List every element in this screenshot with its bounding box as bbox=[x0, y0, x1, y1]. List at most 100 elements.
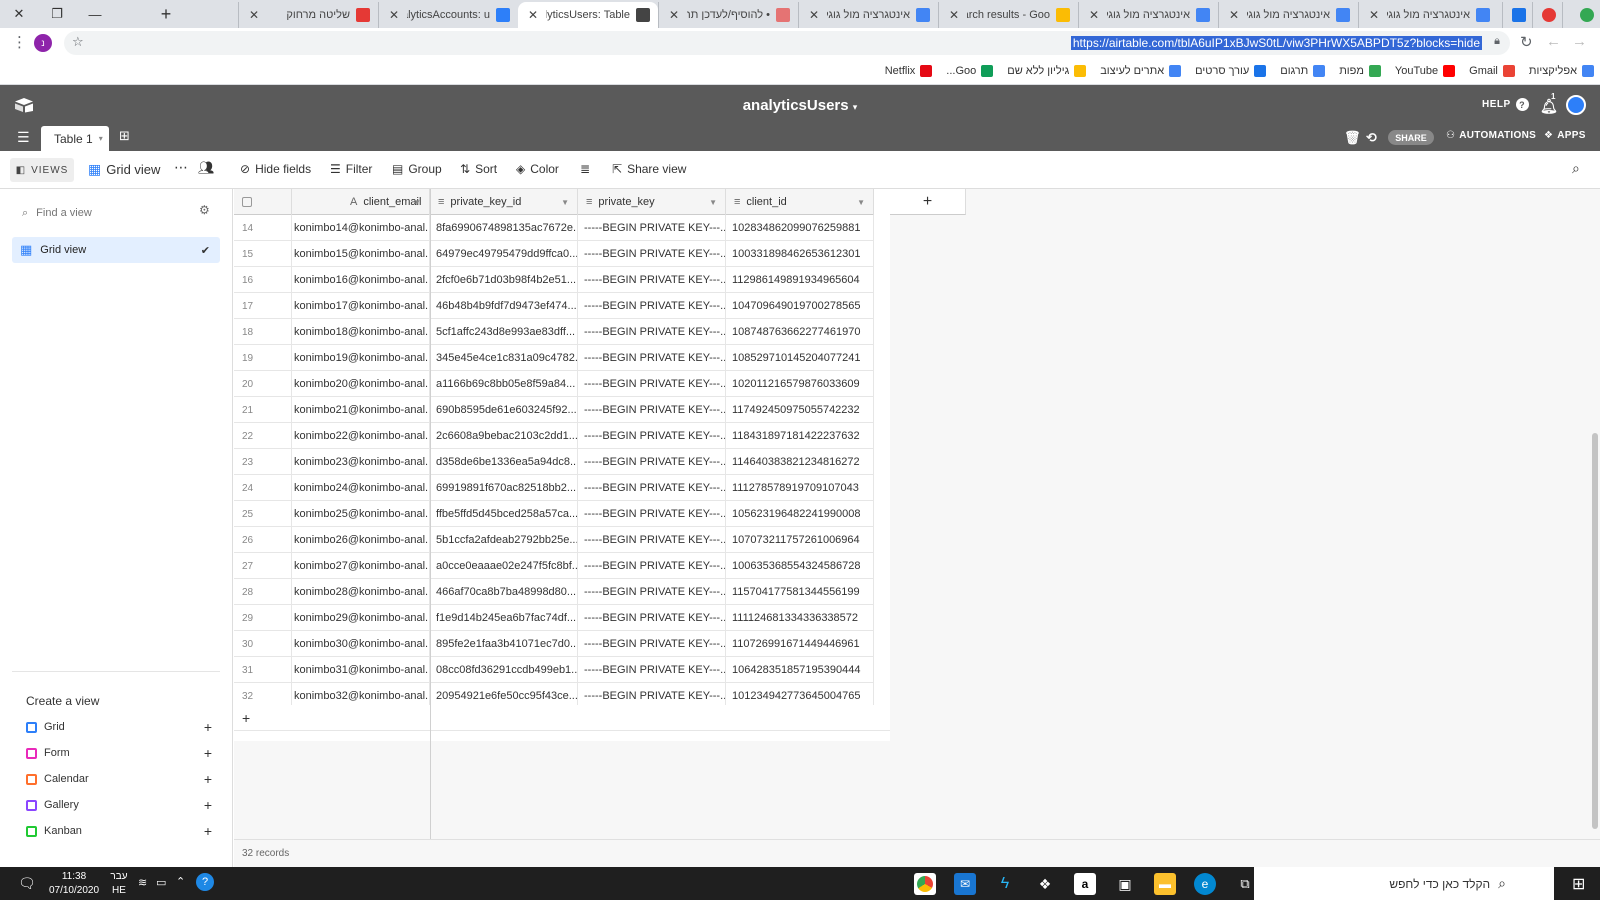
table-cell[interactable]: 115704177581344556199 bbox=[726, 579, 874, 605]
table-cell[interactable]: 690b8595de61e603245f92... bbox=[430, 397, 578, 423]
table-cell[interactable]: konimbo23@konimbo-anal... bbox=[292, 449, 430, 475]
table-cell[interactable]: konimbo22@konimbo-anal... bbox=[292, 423, 430, 449]
table-cell[interactable]: 5b1ccfa2afdeab2792bb25e... bbox=[430, 527, 578, 553]
table-cell[interactable]: konimbo24@konimbo-anal... bbox=[292, 475, 430, 501]
table-cell[interactable]: -----BEGIN PRIVATE KEY---... bbox=[578, 631, 726, 657]
table-cell[interactable]: konimbo19@konimbo-anal... bbox=[292, 345, 430, 371]
system-clock[interactable]: 11:38 07/10/2020 bbox=[48, 870, 100, 898]
select-all-checkbox[interactable] bbox=[234, 189, 292, 215]
table-row[interactable]: 26 konimbo26@konimbo-anal... 5b1ccfa2afdea… bbox=[234, 527, 874, 553]
table-cell[interactable]: -----BEGIN PRIVATE KEY---... bbox=[578, 449, 726, 475]
table-cell[interactable]: konimbo16@konimbo-anal... bbox=[292, 267, 430, 293]
bookmark-item[interactable]: Netflix bbox=[885, 65, 933, 77]
table-row[interactable]: 31 konimbo31@konimbo-anal... 08cc08fd36291… bbox=[234, 657, 874, 683]
share-button[interactable]: SHARE bbox=[1388, 130, 1434, 145]
hamburger-menu-icon[interactable]: ☰ bbox=[17, 129, 30, 146]
column-header-client_id[interactable]: ≡ client_id ▼ bbox=[726, 189, 874, 215]
column-header-private_key[interactable]: ≡ private_key ▼ bbox=[578, 189, 726, 215]
table-cell[interactable]: ffbe5ffd5d45bced258a57ca... bbox=[430, 501, 578, 527]
table-cell[interactable]: -----BEGIN PRIVATE KEY---... bbox=[578, 267, 726, 293]
table-cell[interactable]: konimbo25@konimbo-anal... bbox=[292, 501, 430, 527]
file-explorer-taskbar-icon[interactable]: ▬ bbox=[1154, 873, 1176, 895]
store-taskbar-icon[interactable]: ▣ bbox=[1114, 873, 1136, 895]
table-row[interactable]: 21 konimbo21@konimbo-anal... 690b8595de61e… bbox=[234, 397, 874, 423]
table-cell[interactable]: 105623196482241990008 bbox=[726, 501, 874, 527]
browser-tab[interactable]: analyticsAccounts: u ✕ bbox=[378, 2, 518, 28]
user-avatar[interactable] bbox=[1566, 95, 1586, 115]
tab-close-icon[interactable]: ✕ bbox=[1367, 8, 1381, 22]
add-table-icon[interactable]: ⊞ bbox=[119, 128, 130, 144]
table-cell[interactable]: 110726991671449446961 bbox=[726, 631, 874, 657]
table-cell[interactable]: konimbo29@konimbo-anal... bbox=[292, 605, 430, 631]
table-cell[interactable]: 345e45e4ce1c831a09c4782... bbox=[430, 345, 578, 371]
hide-fields-button[interactable]: ⊘ Hide fields bbox=[240, 162, 311, 176]
tab-close-icon[interactable]: ✕ bbox=[387, 8, 401, 22]
edge-taskbar-icon[interactable]: e bbox=[1194, 873, 1216, 895]
pinned-tab[interactable] bbox=[1502, 2, 1532, 28]
table-row[interactable]: 18 konimbo18@konimbo-anal... 5cf1affc243d8… bbox=[234, 319, 874, 345]
browser-tab[interactable]: Search results - Goo ✕ bbox=[938, 2, 1078, 28]
table-cell[interactable]: konimbo28@konimbo-anal... bbox=[292, 579, 430, 605]
bookmark-item[interactable]: תרגום bbox=[1280, 65, 1326, 77]
tab-close-icon[interactable]: ✕ bbox=[526, 8, 540, 22]
table-row[interactable]: 29 konimbo29@konimbo-anal... f1e9d14b245ea… bbox=[234, 605, 874, 631]
back-icon[interactable]: ← bbox=[1546, 33, 1561, 50]
address-bar[interactable]: ☆ https://airtable.com/tblA6uIP1xBJwS0tL… bbox=[64, 31, 1510, 55]
table-cell[interactable]: 112986149891934965604 bbox=[726, 267, 874, 293]
table-cell[interactable]: 111278578919709107043 bbox=[726, 475, 874, 501]
close-window-icon[interactable]: ✕ bbox=[0, 0, 38, 28]
tab-close-icon[interactable]: ✕ bbox=[807, 8, 821, 22]
search-icon[interactable]: ⌕ bbox=[1572, 160, 1580, 177]
bookmark-item[interactable]: גיליון ללא שם bbox=[1007, 65, 1087, 77]
table-cell[interactable]: -----BEGIN PRIVATE KEY---... bbox=[578, 475, 726, 501]
share-view-button[interactable]: ⇱ Share view bbox=[612, 162, 686, 176]
view-more-icon[interactable]: ⋯ bbox=[174, 159, 188, 176]
restore-window-icon[interactable]: ❐ bbox=[38, 0, 76, 28]
table-cell[interactable]: konimbo18@konimbo-anal... bbox=[292, 319, 430, 345]
table-cell[interactable]: 5cf1affc243d8e993ae83dff... bbox=[430, 319, 578, 345]
table-row[interactable]: 15 konimbo15@konimbo-anal... 64979ec497954… bbox=[234, 241, 874, 267]
find-view-field[interactable]: ⌕ bbox=[22, 203, 212, 223]
table-cell[interactable]: -----BEGIN PRIVATE KEY---... bbox=[578, 371, 726, 397]
bookmark-item[interactable]: Gmail bbox=[1469, 65, 1515, 77]
sidebar-item-grid-view[interactable]: ▦ Grid view ✔ bbox=[12, 237, 220, 263]
table-cell[interactable]: 08cc08fd36291ccdb499eb1... bbox=[430, 657, 578, 683]
table-row[interactable]: 16 konimbo16@konimbo-anal... 2fcf0e6b71d03… bbox=[234, 267, 874, 293]
table-cell[interactable]: 108748763662277461970 bbox=[726, 319, 874, 345]
tab-close-icon[interactable]: ✕ bbox=[667, 8, 681, 22]
table-cell[interactable]: 102834862099076259881 bbox=[726, 215, 874, 241]
table-cell[interactable]: -----BEGIN PRIVATE KEY---... bbox=[578, 397, 726, 423]
table-cell[interactable]: 104709649019700278565 bbox=[726, 293, 874, 319]
pinned-tab[interactable] bbox=[1532, 2, 1562, 28]
table-cell[interactable]: -----BEGIN PRIVATE KEY---... bbox=[578, 501, 726, 527]
table-cell[interactable]: f1e9d14b245ea6b7fac74df... bbox=[430, 605, 578, 631]
table-row[interactable]: 20 konimbo20@konimbo-anal... a1166b69c8bb0… bbox=[234, 371, 874, 397]
table-cell[interactable]: a1166b69c8bb05e8f59a84... bbox=[430, 371, 578, 397]
browser-tab[interactable]: אינטגרציה מול גוגל ✕ bbox=[1218, 2, 1358, 28]
language-indicator[interactable]: עבר HE bbox=[108, 870, 130, 898]
column-menu-icon[interactable]: ▼ bbox=[857, 198, 865, 207]
table-cell[interactable]: 106428351857195390444 bbox=[726, 657, 874, 683]
pinned-tab[interactable] bbox=[1562, 2, 1600, 28]
sort-button[interactable]: ⇅ Sort bbox=[460, 162, 497, 176]
amazon-taskbar-icon[interactable]: a bbox=[1074, 873, 1096, 895]
tab-close-icon[interactable]: ✕ bbox=[947, 8, 961, 22]
table-cell[interactable]: 117492450975055742232 bbox=[726, 397, 874, 423]
table-cell[interactable]: 2c6608a9bebac2103c2dd1... bbox=[430, 423, 578, 449]
table-cell[interactable]: -----BEGIN PRIVATE KEY---... bbox=[578, 579, 726, 605]
table-cell[interactable]: 114640383821234816272 bbox=[726, 449, 874, 475]
table-row[interactable]: 14 konimbo14@konimbo-anal... 8fa6990674898… bbox=[234, 215, 874, 241]
table-cell[interactable]: konimbo17@konimbo-anal... bbox=[292, 293, 430, 319]
table-cell[interactable]: konimbo15@konimbo-anal... bbox=[292, 241, 430, 267]
bookmark-item[interactable]: עורך סרטים bbox=[1195, 65, 1267, 77]
table-cell[interactable]: konimbo26@konimbo-anal... bbox=[292, 527, 430, 553]
bookmark-item[interactable]: Goo... bbox=[946, 65, 994, 77]
table-cell[interactable]: 2fcf0e6b71d03b98f4b2e51... bbox=[430, 267, 578, 293]
table-cell[interactable]: -----BEGIN PRIVATE KEY---... bbox=[578, 657, 726, 683]
table-cell[interactable]: 118431897181422237632 bbox=[726, 423, 874, 449]
forward-icon[interactable]: → bbox=[1572, 33, 1587, 50]
filter-button[interactable]: ☰ Filter bbox=[330, 162, 372, 176]
notifications-center-icon[interactable]: 🗨︎ bbox=[18, 875, 36, 892]
column-menu-icon[interactable]: ▼ bbox=[709, 198, 717, 207]
column-menu-icon[interactable]: ▼ bbox=[561, 198, 569, 207]
